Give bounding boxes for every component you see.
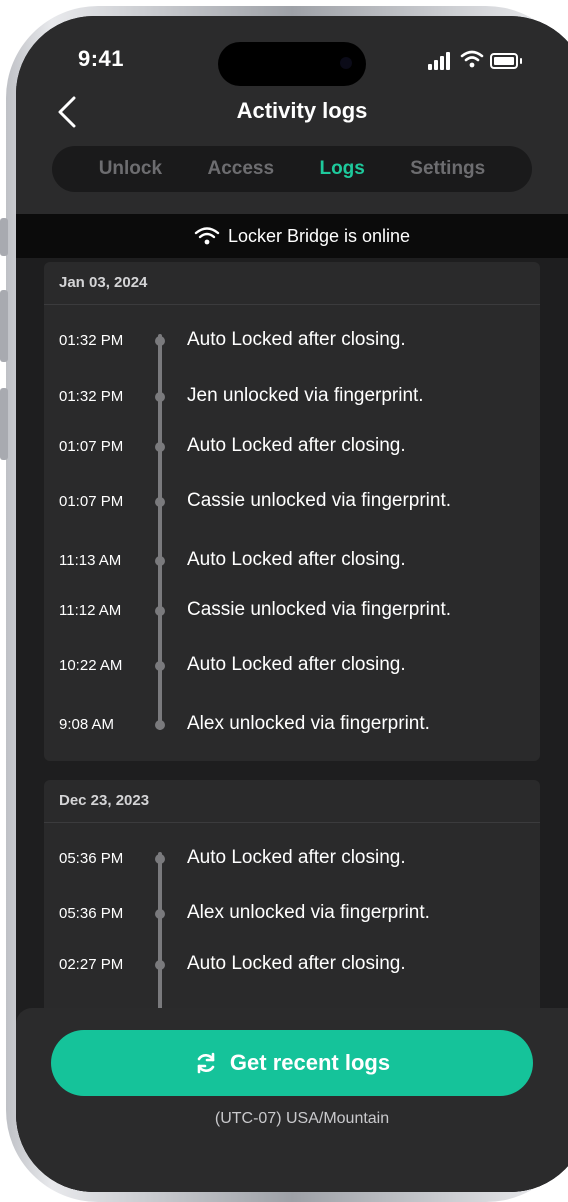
log-entry: 11:12 AM Cassie unlocked via fingerprint… <box>44 596 540 626</box>
log-entry: 01:07 PM Auto Locked after closing. <box>44 432 540 462</box>
screen: 9:41 Activity logs Unlock Access Logs Se… <box>16 16 568 1192</box>
timeline-dot <box>155 720 165 730</box>
timeline-dot <box>155 606 165 616</box>
refresh-icon <box>197 1052 215 1074</box>
volume-up-button <box>0 290 8 362</box>
log-entry-text: Jen unlocked via fingerprint. <box>187 385 424 406</box>
bottom-action-panel: Get recent logs (UTC-07) USA/Mountain <box>16 1008 568 1192</box>
tab-settings[interactable]: Settings <box>410 158 485 180</box>
log-entry: 9:08 AM Alex unlocked via fingerprint. <box>44 710 540 740</box>
log-entry-text: Alex unlocked via fingerprint. <box>187 713 430 734</box>
log-entry-time: 11:13 AM <box>59 552 122 569</box>
log-entry-text: Auto Locked after closing. <box>187 435 406 456</box>
status-time: 9:41 <box>78 46 125 71</box>
log-group-card: Jan 03, 2024 01:32 PM Auto Locked after … <box>44 262 540 761</box>
log-entry-text: Auto Locked after closing. <box>187 549 406 570</box>
timeline-dot <box>155 392 165 402</box>
log-entry-time: 11:12 AM <box>59 602 122 619</box>
log-entry-time: 10:22 AM <box>59 657 123 674</box>
log-entry: 02:27 PM Auto Locked after closing. <box>44 950 540 980</box>
log-entry-text: Alex unlocked via fingerprint. <box>187 902 430 923</box>
log-entry-time: 02:27 PM <box>59 956 124 973</box>
log-entry-time: 01:32 PM <box>59 332 124 349</box>
log-entry: 05:36 PM Alex unlocked via fingerprint. <box>44 899 540 929</box>
wifi-status-icon <box>460 50 484 68</box>
get-recent-logs-button[interactable]: Get recent logs <box>51 1030 533 1096</box>
silent-switch <box>0 218 8 256</box>
get-recent-logs-label: Get recent logs <box>229 1050 391 1075</box>
timeline-dot <box>155 556 165 566</box>
timeline-dot <box>155 661 165 671</box>
log-entry-time: 05:36 PM <box>59 905 124 922</box>
timeline-dot <box>155 960 165 970</box>
log-entry-text: Auto Locked after closing. <box>187 847 406 868</box>
timeline-dot <box>155 854 165 864</box>
log-entry-time: 01:32 PM <box>59 388 124 405</box>
timeline-dot <box>155 497 165 507</box>
tab-bar: Unlock Access Logs Settings <box>52 146 532 192</box>
tab-access[interactable]: Access <box>207 158 274 180</box>
log-entry-time: 9:08 AM <box>59 716 115 733</box>
timeline-dot <box>155 909 165 919</box>
top-header-area: 9:41 Activity logs Unlock Access Logs Se… <box>16 16 568 214</box>
timeline-dot <box>155 336 165 346</box>
bridge-status-text: Locker Bridge is online <box>227 225 411 246</box>
log-entry-text: Auto Locked after closing. <box>187 329 406 350</box>
log-entry-text: Cassie unlocked via fingerprint. <box>187 490 452 511</box>
log-entry-time: 01:07 PM <box>59 438 124 455</box>
log-entry: 10:22 AM Auto Locked after closing. <box>44 651 540 681</box>
log-entry: 01:32 PM Auto Locked after closing. <box>44 326 540 356</box>
bridge-status-banner: Locker Bridge is online <box>16 214 568 258</box>
status-icons <box>428 50 528 70</box>
timeline-line <box>158 852 162 1012</box>
volume-down-button <box>0 388 8 460</box>
page-title: Activity logs <box>236 98 368 123</box>
dynamic-island <box>218 42 366 86</box>
log-group-date: Jan 03, 2024 <box>44 262 540 305</box>
log-entry-text: Cassie unlocked via fingerprint. <box>187 599 452 620</box>
log-entry: 05:36 PM Auto Locked after closing. <box>44 844 540 874</box>
timezone-label: (UTC-07) USA/Mountain <box>214 1110 390 1127</box>
tab-unlock[interactable]: Unlock <box>99 158 162 180</box>
log-entry-text: Auto Locked after closing. <box>187 953 406 974</box>
tab-logs[interactable]: Logs <box>319 158 364 180</box>
log-entry: 11:13 AM Auto Locked after closing. <box>44 546 540 576</box>
log-entry-time: 05:36 PM <box>59 850 124 867</box>
log-group-date: Dec 23, 2023 <box>44 780 540 823</box>
log-entry: 01:32 PM Jen unlocked via fingerprint. <box>44 382 540 412</box>
log-entry: 01:07 PM Cassie unlocked via fingerprint… <box>44 487 540 517</box>
wifi-icon <box>194 227 220 245</box>
log-entry-text: Auto Locked after closing. <box>187 654 406 675</box>
log-entry-time: 01:07 PM <box>59 493 124 510</box>
timeline-dot <box>155 442 165 452</box>
